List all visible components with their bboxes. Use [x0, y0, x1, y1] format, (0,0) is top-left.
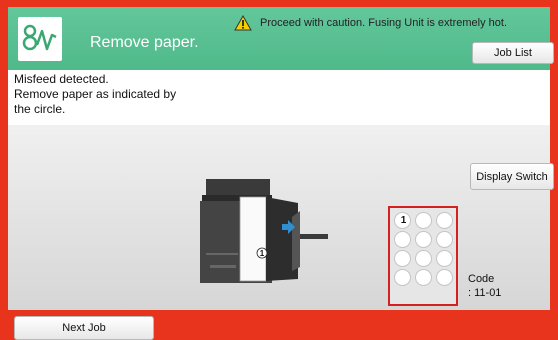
location-cell	[394, 250, 411, 267]
printer-illustration: 1	[200, 179, 328, 283]
warning-banner: Proceed with caution. Fusing Unit is ext…	[234, 15, 507, 31]
location-cell: 1	[394, 212, 411, 229]
display-switch-button[interactable]: Display Switch	[470, 163, 554, 190]
location-cell	[415, 269, 432, 286]
instruction-message: Misfeed detected. Remove paper as indica…	[14, 72, 544, 117]
code-value: : 11-01	[468, 287, 502, 299]
code-label: Code	[468, 273, 495, 285]
location-cell	[436, 250, 453, 267]
warning-text: Proceed with caution. Fusing Unit is ext…	[260, 17, 508, 29]
top-frame	[0, 0, 558, 7]
job-list-button[interactable]: Job List	[472, 42, 554, 64]
message-line: Remove paper as indicated by	[14, 87, 177, 101]
location-cell	[436, 269, 453, 286]
misfeed-wave-icon	[18, 17, 62, 61]
warning-triangle-icon	[234, 15, 252, 31]
location-cell	[394, 231, 411, 248]
page-title: Remove paper.	[90, 34, 199, 51]
location-cell	[436, 212, 453, 229]
left-frame	[0, 0, 8, 340]
location-cell	[415, 231, 432, 248]
location-cell	[436, 231, 453, 248]
location-cell	[394, 269, 411, 286]
printer-marker-number: 1	[260, 249, 265, 258]
error-code: Code : 11-01	[468, 272, 501, 300]
location-marker-number: 1	[400, 215, 407, 226]
message-line: Misfeed detected.	[14, 72, 109, 86]
location-cell	[415, 212, 432, 229]
location-indicator: 1	[388, 206, 458, 306]
next-job-button[interactable]: Next Job	[14, 316, 154, 340]
header-bar: Remove paper. Proceed with caution. Fusi…	[8, 7, 554, 70]
message-line: the circle.	[14, 102, 66, 116]
location-cell	[415, 250, 432, 267]
